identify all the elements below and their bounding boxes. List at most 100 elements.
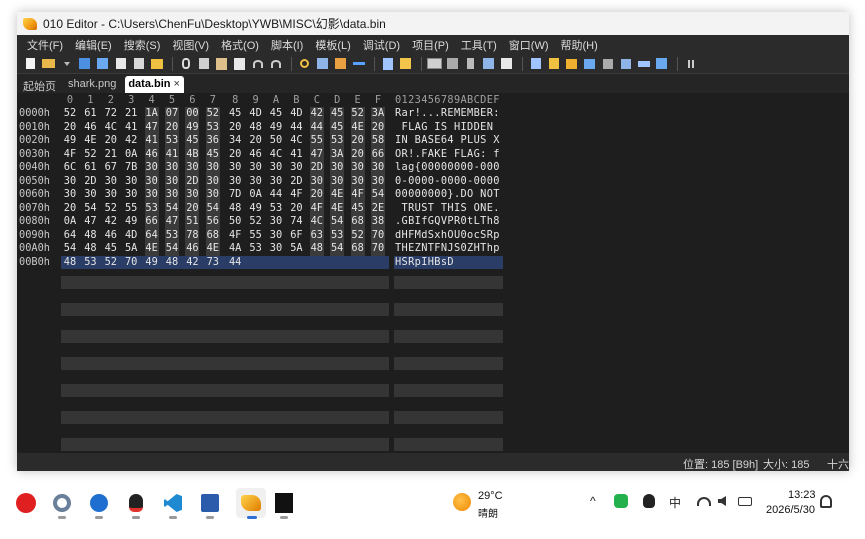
hex-byte[interactable]: 30 (104, 188, 118, 202)
hex-row[interactable]: 0020h 49 4E 20 42 41 53 45 36 34 20 50 4C 55 53 20 58 IN … (17, 134, 849, 148)
bookmark-icon[interactable] (380, 57, 395, 71)
hex-byte[interactable]: 48 (249, 121, 263, 135)
hex-byte[interactable]: 64 (144, 228, 159, 242)
hex-byte[interactable]: 30 (289, 161, 303, 175)
dropdown-icon[interactable] (59, 57, 74, 71)
hex-byte[interactable]: 6F (289, 229, 303, 243)
hex-byte[interactable]: 49 (185, 120, 200, 134)
hex-byte[interactable]: 47 (309, 147, 324, 161)
hex-byte[interactable]: 30 (144, 161, 159, 175)
hex-byte[interactable]: 44 (269, 188, 283, 202)
hex-byte[interactable]: 63 (309, 228, 324, 242)
hex-mode-icon[interactable] (427, 57, 442, 71)
hex-byte[interactable]: 55 (309, 134, 324, 148)
hex-row[interactable]: 0030h 4F 52 21 0A 46 41 4B 45 20 46 4C 41 47 3A 20 66 OR!… (17, 147, 849, 162)
hex-byte[interactable]: 4E (350, 120, 365, 134)
hex-byte[interactable]: 30 (165, 161, 179, 175)
hex-byte[interactable]: 45 (205, 147, 220, 161)
feather-app-icon[interactable] (88, 492, 110, 514)
hex-byte[interactable]: 61 (83, 107, 97, 121)
check-icon[interactable] (618, 57, 633, 71)
paste-icon[interactable] (214, 57, 229, 71)
menu-help[interactable]: 帮助(H) (555, 37, 604, 53)
hex-byte[interactable]: 30 (330, 174, 345, 188)
hex-byte[interactable]: 2E (371, 201, 385, 215)
hex-byte[interactable]: 30 (269, 242, 283, 256)
save-icon[interactable] (77, 57, 92, 71)
hex-byte[interactable]: 42 (309, 107, 324, 121)
ascii-text[interactable]: 0-0000-0000-0000 (395, 175, 500, 189)
ascii-text[interactable]: dHFMdSxhOU0ocSRp (395, 229, 500, 243)
hex-byte[interactable]: 0A (124, 148, 138, 162)
hex-byte[interactable]: 61 (83, 161, 97, 175)
hex-byte[interactable]: 30 (249, 175, 263, 189)
hex-byte[interactable]: 4C (289, 134, 303, 148)
hex-byte[interactable]: 20 (350, 134, 365, 148)
close-file-icon[interactable] (113, 57, 128, 71)
tab-data-bin[interactable]: data.bin × (125, 76, 184, 93)
ascii-text[interactable]: TRUST THIS ONE. (395, 202, 500, 216)
hex-byte[interactable]: 4A (228, 242, 242, 256)
open-folder-icon[interactable] (41, 57, 56, 71)
hex-row[interactable]: 0060h 30 30 30 30 30 30 30 30 7D 0A 44 4F 20 4E 4F 54 000… (17, 188, 849, 202)
hex-byte[interactable]: 45 (104, 242, 118, 256)
find-replace-icon[interactable] (315, 57, 330, 71)
hex-byte[interactable]: 20 (165, 120, 179, 134)
status-encoding[interactable]: 十六 (827, 456, 849, 472)
hex-byte[interactable]: 47 (144, 120, 159, 134)
hex-byte[interactable]: 6C (63, 161, 77, 175)
hex-byte[interactable]: 4D (124, 229, 138, 243)
hex-byte[interactable]: 53 (83, 256, 97, 270)
hex-byte[interactable]: 30 (205, 161, 220, 175)
hex-byte[interactable]: 4D (249, 107, 263, 121)
find-icon[interactable] (297, 57, 312, 71)
menu-view[interactable]: 视图(V) (166, 37, 215, 53)
pause-icon[interactable] (683, 57, 698, 71)
hex-byte[interactable]: 30 (350, 161, 365, 175)
hex-byte[interactable]: 20 (104, 134, 118, 148)
hex-byte[interactable]: 45 (228, 107, 242, 121)
hex-byte[interactable]: 21 (124, 107, 138, 121)
hex-byte[interactable]: 30 (249, 161, 263, 175)
hex-row[interactable]: 0000h 52 61 72 21 1A 07 00 52 45 4D 45 4D 42 45 52 3A Rar… (17, 107, 849, 121)
hex-byte[interactable]: 41 (289, 148, 303, 162)
hex-byte[interactable]: 47 (83, 215, 97, 229)
hex-byte[interactable]: 58 (371, 134, 385, 148)
battery-icon[interactable] (738, 497, 752, 506)
hex-byte[interactable]: 45 (350, 201, 365, 215)
hex-byte[interactable]: 49 (145, 256, 159, 270)
hex-byte[interactable]: 4C (309, 215, 324, 229)
menu-file[interactable]: 文件(F) (21, 37, 69, 53)
hex-byte[interactable]: 46 (83, 121, 97, 135)
script-icon[interactable] (564, 57, 579, 71)
hex-byte[interactable]: 20 (63, 121, 77, 135)
hex-byte[interactable]: 4E (144, 242, 159, 256)
hex-byte[interactable]: 72 (104, 107, 118, 121)
hex-byte[interactable]: 45 (330, 107, 345, 121)
wifi-icon[interactable] (697, 497, 711, 506)
ascii-text[interactable]: .GBIfGQVPR0tLTh8 (395, 215, 500, 229)
hex-byte[interactable]: 78 (185, 228, 200, 242)
hex-byte[interactable]: 42 (185, 256, 199, 270)
find-in-files-icon[interactable] (333, 57, 348, 71)
hex-byte[interactable]: 30 (165, 188, 179, 202)
hex-byte[interactable]: 46 (249, 148, 263, 162)
hex-byte[interactable]: 48 (165, 256, 179, 270)
undo-icon[interactable] (250, 57, 265, 71)
highlight-icon[interactable] (499, 57, 514, 71)
010-editor-taskbar-icon[interactable] (236, 488, 266, 518)
hex-byte[interactable]: 74 (289, 215, 303, 229)
hex-byte[interactable]: 66 (144, 215, 159, 229)
hex-byte[interactable]: 30 (124, 175, 138, 189)
hex-byte[interactable]: 3A (330, 147, 345, 161)
hex-byte[interactable]: 30 (269, 215, 283, 229)
menu-tools[interactable]: 工具(T) (455, 37, 503, 53)
hex-byte[interactable]: 0A (63, 215, 77, 229)
hex-byte[interactable]: 53 (330, 228, 345, 242)
hex-byte[interactable]: 20 (350, 147, 365, 161)
hex-byte[interactable]: 30 (371, 174, 385, 188)
hex-byte[interactable]: 30 (330, 161, 345, 175)
hex-byte[interactable]: 52 (83, 148, 97, 162)
hex-byte[interactable]: 20 (371, 120, 385, 134)
hex-byte[interactable]: 53 (205, 120, 220, 134)
